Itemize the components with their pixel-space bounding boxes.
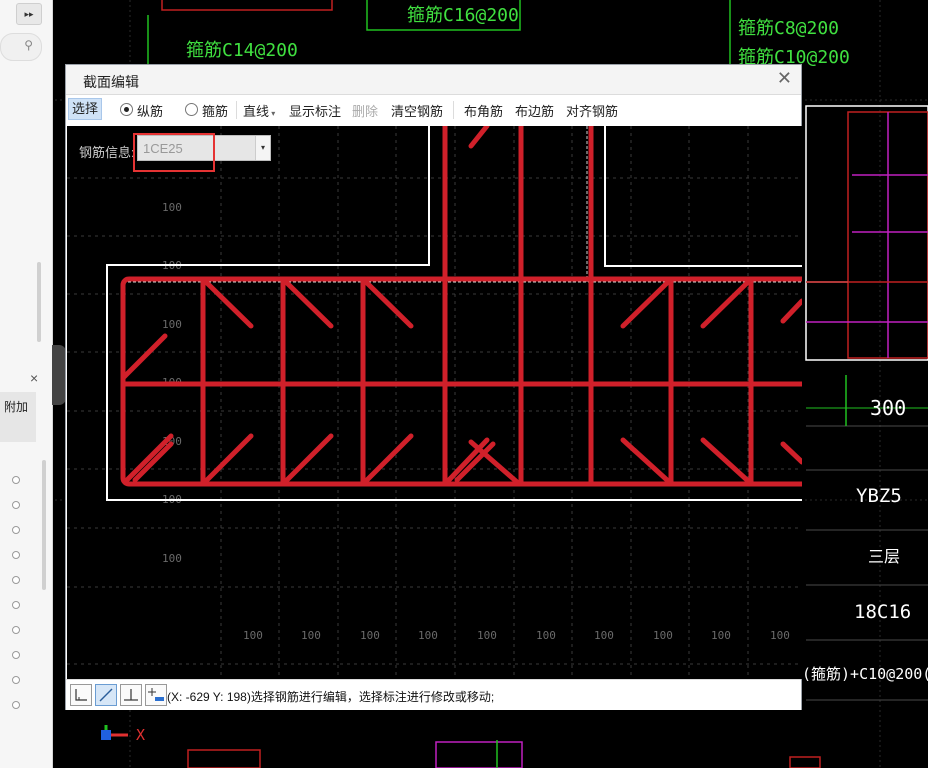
grid-label-h8: 100 xyxy=(653,629,673,642)
cad-label-ybz5: YBZ5 xyxy=(856,485,902,507)
radio-stirrup-label[interactable]: 箍筋 xyxy=(202,101,228,120)
scrollbar-lower[interactable] xyxy=(42,460,46,590)
list-item-dot[interactable] xyxy=(12,551,20,559)
grid-label-h10: 100 xyxy=(770,629,790,642)
select-button[interactable]: 选择 xyxy=(68,98,102,120)
list-item-dot[interactable] xyxy=(12,526,20,534)
cad-label-left: 箍筋C14@200 xyxy=(186,40,298,61)
radio-longitudinal-label[interactable]: 纵筋 xyxy=(137,101,163,120)
list-item-dot[interactable] xyxy=(12,676,20,684)
search-icon: ⚲ xyxy=(24,38,33,52)
radio-longitudinal[interactable] xyxy=(120,103,133,116)
list-item-dot[interactable] xyxy=(12,576,20,584)
cad-label-top: 箍筋C16@200 xyxy=(407,5,519,26)
cad-label-right-1: 箍筋C8@200 xyxy=(738,18,840,39)
section-edit-dialog: 截面编辑 ✕ 选择 纵筋 箍筋 直线 ▾ 显示标注 删除 清空钢筋 布角筋 布边… xyxy=(65,64,802,710)
panel-splitter-handle[interactable] xyxy=(52,345,66,405)
list-item-dot[interactable] xyxy=(12,626,20,634)
grid-label-v3: 100 xyxy=(162,318,182,331)
align-rebar-button[interactable]: 对齐钢筋 xyxy=(566,101,618,120)
toolbar: 选择 纵筋 箍筋 直线 ▾ 显示标注 删除 清空钢筋 布角筋 布边筋 对齐钢筋 xyxy=(66,96,801,124)
toolbar-separator xyxy=(453,101,454,119)
list-item-dot[interactable] xyxy=(12,601,20,609)
left-panel: ▸▸ ⚲ × 附加 xyxy=(0,0,53,768)
chevron-down-icon: ▾ xyxy=(269,109,276,118)
clear-rebar-button[interactable]: 清空钢筋 xyxy=(391,101,443,120)
section-drawing: 100 100 100 100 100 100 100 100 100 100 … xyxy=(67,126,802,679)
rebar-info-label: 钢筋信息: xyxy=(79,145,135,160)
section-outline xyxy=(604,126,802,267)
highlight-box xyxy=(133,133,215,172)
draw-line-icon[interactable] xyxy=(95,684,117,706)
grid-label-h9: 100 xyxy=(711,629,731,642)
corner-rebar-button[interactable]: 布角筋 xyxy=(464,101,503,120)
list-item-dot[interactable] xyxy=(12,651,20,659)
status-text: (X: -629 Y: 198)选择钢筋进行编辑，选择标注进行修改或移动; xyxy=(167,690,495,704)
cad-label-rebar: 18C16 xyxy=(854,601,912,623)
line-dropdown-label: 直线 xyxy=(243,104,270,119)
add-point-icon[interactable] xyxy=(145,684,167,706)
grid-label-h3: 100 xyxy=(360,629,380,642)
grid-label-h1: 100 xyxy=(243,629,263,642)
drawing-canvas[interactable]: 100 100 100 100 100 100 100 100 100 100 … xyxy=(67,126,802,679)
perpendicular-icon[interactable] xyxy=(120,684,142,706)
grid-label-h5: 100 xyxy=(477,629,497,642)
toolbar-separator xyxy=(236,101,237,119)
list-item-dot[interactable] xyxy=(12,501,20,509)
scrollbar-upper[interactable] xyxy=(37,262,41,342)
grid-label-h6: 100 xyxy=(536,629,556,642)
grid-label-v7: 100 xyxy=(162,552,182,565)
close-icon[interactable]: ✕ xyxy=(777,68,792,89)
cad-dimension-300: 300 xyxy=(870,396,907,420)
close-icon[interactable]: × xyxy=(30,370,38,386)
cad-label-stirrup: (箍筋)+C10@200(箍筋)] xyxy=(802,665,928,683)
line-dropdown[interactable]: 直线 ▾ xyxy=(243,101,275,120)
grid-label-v1: 100 xyxy=(162,201,182,214)
radio-stirrup[interactable] xyxy=(185,103,198,116)
axis-x-label: X xyxy=(136,726,146,744)
section-outline-right xyxy=(604,126,802,267)
status-bar: (X: -629 Y: 198)选择钢筋进行编辑，选择标注进行修改或移动; xyxy=(66,679,801,710)
list-item-dot[interactable] xyxy=(12,701,20,709)
grid-label-h7: 100 xyxy=(594,629,614,642)
grid-label-h2: 100 xyxy=(301,629,321,642)
edge-rebar-button[interactable]: 布边筋 xyxy=(515,101,554,120)
dialog-title-bar[interactable]: 截面编辑 ✕ xyxy=(66,65,801,95)
list-item-dot[interactable] xyxy=(12,476,20,484)
grid-label-h4: 100 xyxy=(418,629,438,642)
snap-corner-icon[interactable] xyxy=(70,684,92,706)
delete-button[interactable]: 删除 xyxy=(352,101,378,120)
search-box[interactable]: ⚲ xyxy=(0,33,42,61)
show-annotation-button[interactable]: 显示标注 xyxy=(289,101,341,120)
dialog-title: 截面编辑 xyxy=(83,74,139,90)
expand-icon[interactable]: ▸▸ xyxy=(16,3,42,25)
chevron-down-icon[interactable]: ▾ xyxy=(255,136,270,160)
cad-label-floor: 三层 xyxy=(868,547,901,566)
tab-attach[interactable]: 附加 xyxy=(0,392,36,442)
stirrups xyxy=(120,126,802,487)
